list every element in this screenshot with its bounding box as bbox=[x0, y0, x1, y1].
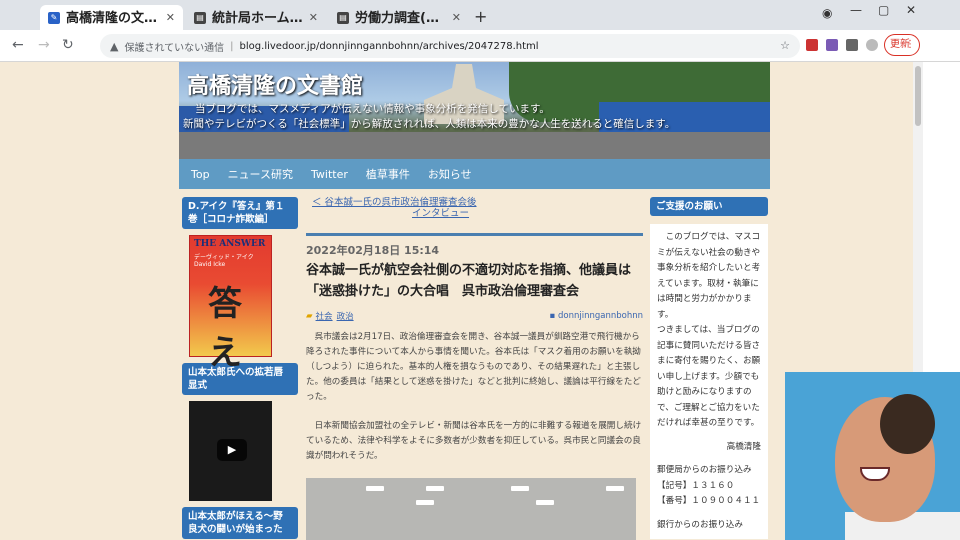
webcam-person-hair bbox=[880, 394, 935, 454]
donation-text: このブログでは、マスコミが伝えない社会の動きや事象分析を紹介したいと考えています… bbox=[657, 232, 761, 320]
address-toolbar: ← → ↻ ▲ 保護されていない通信 | blog.livedoor.jp/do… bbox=[0, 30, 960, 62]
author-link[interactable]: ▪ donnjinngannbohnn bbox=[550, 311, 643, 321]
tab-stat-bureau[interactable]: ▤ 統計局ホームページ/労働力調査（ ✕ bbox=[186, 5, 326, 30]
author-name: donnjinngannbohnn bbox=[557, 311, 643, 321]
header-photo-road bbox=[179, 132, 770, 159]
article-title: 谷本誠一氏が航空会社側の不適切対応を指摘、他議員は「迷惑掛けた」の大合唱 呉市政… bbox=[306, 263, 632, 299]
tab-title: 高橋清隆の文書館：谷本誠一氏が bbox=[66, 11, 160, 26]
right-sidebar: ご支援のお願い このブログでは、マスコミが伝えない社会の動きや事象分析を紹介した… bbox=[650, 197, 768, 539]
ceiling-light bbox=[366, 486, 384, 491]
book-author: デーヴィッド・アイク David Icke bbox=[194, 254, 254, 268]
site-header: 高橋清隆の文書館 当ブログでは、マスメディアが伝えない情報や事象分析を発信してい… bbox=[179, 62, 770, 159]
sidebar-heading: D.アイク『答え』第１巻［コロナ詐欺編］ bbox=[182, 197, 298, 229]
tab-blog[interactable]: ✎ 高橋清隆の文書館：谷本誠一氏が ✕ bbox=[40, 5, 183, 30]
tab-labor-survey[interactable]: ▤ 労働力調査(詳細集計)2021年(令和 ✕ bbox=[329, 5, 469, 30]
webcam-overlay bbox=[785, 372, 960, 540]
donation-box: このブログでは、マスコミが伝えない社会の動きや事象分析を紹介したいと考えています… bbox=[650, 224, 768, 539]
sidebar-heading: ご支援のお願い bbox=[650, 197, 768, 216]
minimize-icon[interactable]: — bbox=[850, 3, 862, 17]
ceiling-light bbox=[511, 486, 529, 491]
site-title[interactable]: 高橋清隆の文書館 bbox=[187, 68, 363, 100]
article-date: 2022年02月18日 15:14 bbox=[306, 244, 440, 257]
back-arrow-icon[interactable]: ← bbox=[12, 37, 24, 53]
extension-icon[interactable] bbox=[826, 39, 838, 51]
warning-icon: ▲ bbox=[110, 39, 119, 53]
postal-number: 【番号】１０９００４１１ bbox=[657, 496, 761, 506]
folder-icon: ▰ bbox=[306, 311, 313, 321]
book-title-jp: 答え bbox=[208, 284, 242, 373]
global-nav: Top ニュース研究 Twitter 植草事件 お知らせ bbox=[179, 159, 770, 189]
bookmark-star-icon[interactable]: ☆ bbox=[780, 39, 790, 52]
scrollbar-thumb[interactable] bbox=[915, 66, 921, 126]
book-cover-image[interactable]: THE ANSWER デーヴィッド・アイク David Icke 答え bbox=[189, 235, 272, 373]
postal-label: 郵便局からのお振り込み bbox=[657, 465, 752, 475]
blog-favicon-icon: ✎ bbox=[48, 11, 60, 24]
video-thumbnail[interactable]: ▶ bbox=[189, 401, 272, 501]
page-favicon-icon: ▤ bbox=[194, 11, 206, 24]
nav-item-notices[interactable]: お知らせ bbox=[428, 166, 472, 182]
article-photo[interactable] bbox=[306, 478, 636, 540]
category-link-politics[interactable]: 政治 bbox=[337, 310, 354, 322]
extension-icon[interactable] bbox=[806, 39, 818, 51]
nav-item-news-research[interactable]: ニュース研究 bbox=[228, 166, 293, 182]
forward-arrow-icon[interactable]: → bbox=[38, 37, 50, 53]
site-description-line: 当ブログでは、マスメディアが伝えない情報や事象分析を発信しています。 bbox=[195, 103, 550, 115]
left-sidebar: D.アイク『答え』第１巻［コロナ詐欺編］ THE ANSWER デーヴィッド・ア… bbox=[182, 197, 298, 539]
close-tab-icon[interactable]: ✕ bbox=[309, 11, 318, 24]
more-menu-icon: ⋮ bbox=[905, 39, 915, 50]
play-icon[interactable]: ▶ bbox=[217, 439, 247, 461]
reload-icon[interactable]: ↻ bbox=[62, 37, 74, 53]
new-tab-button[interactable]: + bbox=[474, 7, 487, 26]
previous-article-link[interactable]: ＜ 谷本誠一氏の呉市政治倫理審査会後 bbox=[306, 197, 643, 208]
tab-title: 労働力調査(詳細集計)2021年(令和 bbox=[355, 11, 446, 26]
page-favicon-icon: ▤ bbox=[337, 11, 349, 24]
article-column: ＜ 谷本誠一氏の呉市政治倫理審査会後 インタビュー 2022年02月18日 15… bbox=[306, 197, 643, 540]
close-window-icon[interactable]: ✕ bbox=[906, 3, 916, 17]
nav-item-twitter[interactable]: Twitter bbox=[311, 168, 348, 181]
separator: | bbox=[230, 40, 234, 52]
article-paragraph: 呉市議会は2月17日、政治倫理審査会を開き、谷本誠一議員が釧路空港で飛行機から降… bbox=[306, 332, 641, 402]
signature: 高橋清隆 bbox=[726, 441, 761, 452]
bank-label: 銀行からのお振り込み bbox=[657, 519, 743, 530]
category-link-society[interactable]: 社会 bbox=[316, 310, 333, 322]
address-bar[interactable]: ▲ 保護されていない通信 | blog.livedoor.jp/donnjinn… bbox=[100, 34, 800, 58]
previous-article-link[interactable]: インタビュー bbox=[306, 208, 643, 219]
article-paragraph: 日本新聞協会加盟社の全テレビ・新聞は谷本氏を一方的に非難する報道を展開し続けてい… bbox=[306, 421, 642, 461]
book-title-en: THE ANSWER bbox=[194, 239, 266, 249]
donation-text: つきましては、当ブログの記事に賛同いただける皆さまに寄付を賜りたく、お願い申し上… bbox=[657, 325, 761, 428]
close-tab-icon[interactable]: ✕ bbox=[166, 11, 175, 24]
update-button[interactable]: 更新 ⋮ bbox=[884, 34, 920, 56]
page-viewport: 高橋清隆の文書館 当ブログでは、マスメディアが伝えない情報や事象分析を発信してい… bbox=[0, 62, 913, 540]
ceiling-light bbox=[416, 500, 434, 505]
article-body: 呉市議会は2月17日、政治倫理審査会を開き、谷本誠一議員が釧路空港で飛行機から降… bbox=[306, 330, 643, 464]
site-description: 当ブログでは、マスメディアが伝えない情報や事象分析を発信しています。 新聞やテレ… bbox=[183, 102, 765, 132]
divider bbox=[306, 233, 643, 236]
tab-search-icon[interactable]: ◉ bbox=[822, 6, 832, 20]
nav-item-uekusa-case[interactable]: 植草事件 bbox=[366, 166, 410, 182]
tab-strip: ✎ 高橋清隆の文書館：谷本誠一氏が ✕ ▤ 統計局ホームページ/労働力調査（ ✕… bbox=[0, 0, 960, 30]
profile-avatar-icon[interactable] bbox=[866, 39, 878, 51]
maximize-icon[interactable]: ▢ bbox=[878, 3, 889, 17]
tab-title: 統計局ホームページ/労働力調査（ bbox=[212, 11, 303, 26]
close-tab-icon[interactable]: ✕ bbox=[452, 11, 461, 24]
sidebar-heading: 山本太郎がほえる〜野良犬の闘いが始まった bbox=[182, 507, 298, 539]
site-description-line: 新聞やテレビがつくる「社会標準」から解放されれば、人類は本来の豊かな人生を送れる… bbox=[183, 118, 676, 130]
ceiling-light bbox=[536, 500, 554, 505]
ceiling-light bbox=[606, 486, 624, 491]
article-meta: ▰ 社会 政治 ▪ donnjinngannbohnn bbox=[306, 310, 643, 322]
security-label: 保護されていない通信 bbox=[124, 42, 225, 54]
ceiling-light bbox=[426, 486, 444, 491]
puzzle-icon[interactable] bbox=[846, 39, 858, 51]
url-text: blog.livedoor.jp/donnjinngannbohnn/archi… bbox=[239, 40, 539, 52]
postal-code: 【記号】１３１６０ bbox=[657, 480, 735, 491]
nav-item-top[interactable]: Top bbox=[191, 168, 210, 181]
